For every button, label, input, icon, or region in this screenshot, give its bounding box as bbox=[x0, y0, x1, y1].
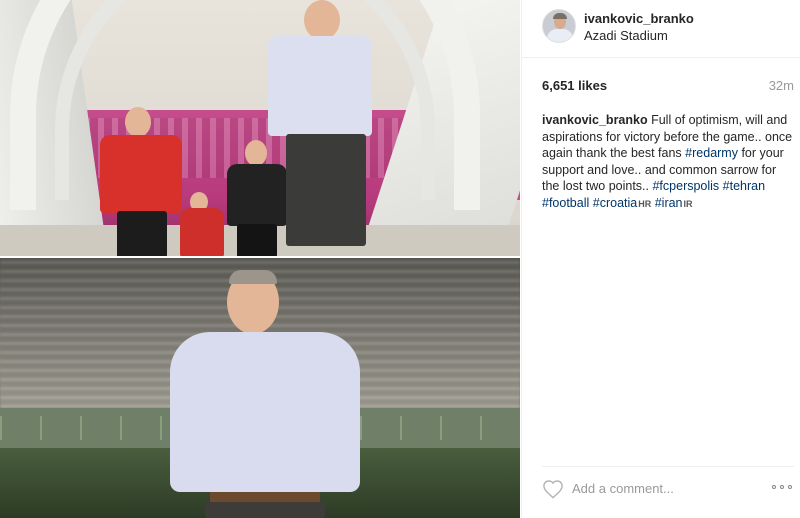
location-link[interactable]: Azadi Stadium bbox=[584, 28, 668, 43]
hashtag-croatia[interactable]: #croatia bbox=[593, 196, 637, 210]
username-link[interactable]: ivankovic_branko bbox=[584, 11, 694, 26]
post-photo[interactable] bbox=[0, 0, 520, 518]
hashtag-football[interactable]: #football bbox=[542, 196, 589, 210]
heart-icon[interactable] bbox=[542, 479, 564, 499]
hashtag-iran[interactable]: #iran bbox=[655, 196, 683, 210]
person-coach-pitch bbox=[165, 270, 370, 518]
timestamp[interactable]: 32m bbox=[769, 78, 794, 93]
post-header: ivankovic_branko Azadi Stadium bbox=[522, 0, 800, 58]
photo-tunnel-walkout bbox=[0, 0, 520, 258]
more-options-icon[interactable] bbox=[772, 485, 794, 491]
flag-ir-icon: IR bbox=[683, 198, 693, 209]
person-red-shirt-2 bbox=[180, 190, 230, 258]
avatar[interactable] bbox=[542, 9, 576, 43]
likes-count[interactable]: 6,651 likes bbox=[542, 78, 607, 93]
person-coach-stairs bbox=[262, 0, 387, 258]
caption-username[interactable]: ivankovic_branko bbox=[542, 113, 648, 127]
post-caption: ivankovic_branko Full of optimism, will … bbox=[542, 112, 794, 212]
hashtag-tehran[interactable]: #tehran bbox=[723, 179, 765, 193]
hashtag-redarmy[interactable]: #redarmy bbox=[685, 146, 738, 160]
flag-hr-icon: HR bbox=[638, 198, 652, 209]
hashtag-fcperspolis[interactable]: #fcperspolis bbox=[652, 179, 719, 193]
person-red-shirt bbox=[95, 105, 190, 258]
post-panel: ivankovic_branko Azadi Stadium 6,651 lik… bbox=[521, 0, 800, 518]
comment-bar bbox=[542, 466, 794, 506]
comment-input[interactable] bbox=[572, 477, 752, 499]
likes-row: 6,651 likes 32m bbox=[542, 78, 794, 96]
photo-coach-pitch bbox=[0, 258, 520, 518]
